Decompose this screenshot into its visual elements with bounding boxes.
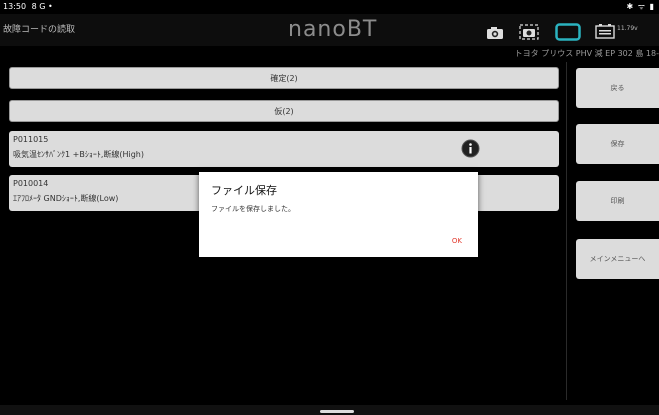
connection-status-icon: [555, 23, 581, 45]
dialog-message: ファイルを保存しました。: [211, 205, 295, 213]
status-time: 13:50: [3, 2, 27, 11]
status-bar: 13:50 8 G • ✱ ᯤ ▮: [0, 0, 659, 14]
file-save-dialog: ファイル保存 ファイルを保存しました。 OK: [199, 172, 478, 257]
battery-icon: [595, 23, 615, 43]
dtc-row[interactable]: P011015 吸気温ｾﾝｻﾊﾞﾝｸ1 +Bｼｮｰﾄ,断線(High): [9, 131, 559, 167]
back-button[interactable]: 戻る: [576, 68, 659, 108]
dialog-title: ファイル保存: [211, 184, 277, 197]
pending-codes-header[interactable]: 仮(2): [9, 100, 559, 122]
confirmed-codes-header[interactable]: 確定(2): [9, 67, 559, 89]
status-right-icons: ✱ ᯤ ▮: [626, 2, 655, 11]
app-title: nanoBT: [288, 17, 378, 42]
status-left: 13:50 8 G •: [3, 0, 53, 14]
print-button[interactable]: 印刷: [576, 181, 659, 221]
dtc-description: ｴｱﾌﾛﾒｰﾀ GNDｼｮｰﾄ,断線(Low): [13, 194, 119, 203]
screen-title: 故障コードの読取: [3, 25, 76, 35]
screenshot-camera-icon[interactable]: [519, 24, 539, 44]
camera-icon[interactable]: [486, 25, 504, 44]
app-bar: 故障コードの読取 nanoBT 11.79v: [0, 14, 659, 46]
status-left-icons: 8 G •: [31, 2, 53, 11]
vehicle-info: トヨタ プリウス PHV 減 EP 302 島 18-: [514, 49, 659, 58]
sidebar-divider: [566, 62, 567, 400]
dtc-description: 吸気温ｾﾝｻﾊﾞﾝｸ1 +Bｼｮｰﾄ,断線(High): [13, 150, 144, 159]
home-gesture-handle[interactable]: [320, 410, 354, 413]
main-menu-button[interactable]: メインメニューへ: [576, 239, 659, 279]
dtc-code: P011015: [13, 135, 49, 144]
voltage-readout: 11.79v: [617, 25, 638, 32]
save-button[interactable]: 保存: [576, 124, 659, 164]
dtc-code: P010014: [13, 179, 49, 188]
info-icon[interactable]: [461, 139, 480, 158]
ok-button[interactable]: OK: [448, 235, 466, 247]
